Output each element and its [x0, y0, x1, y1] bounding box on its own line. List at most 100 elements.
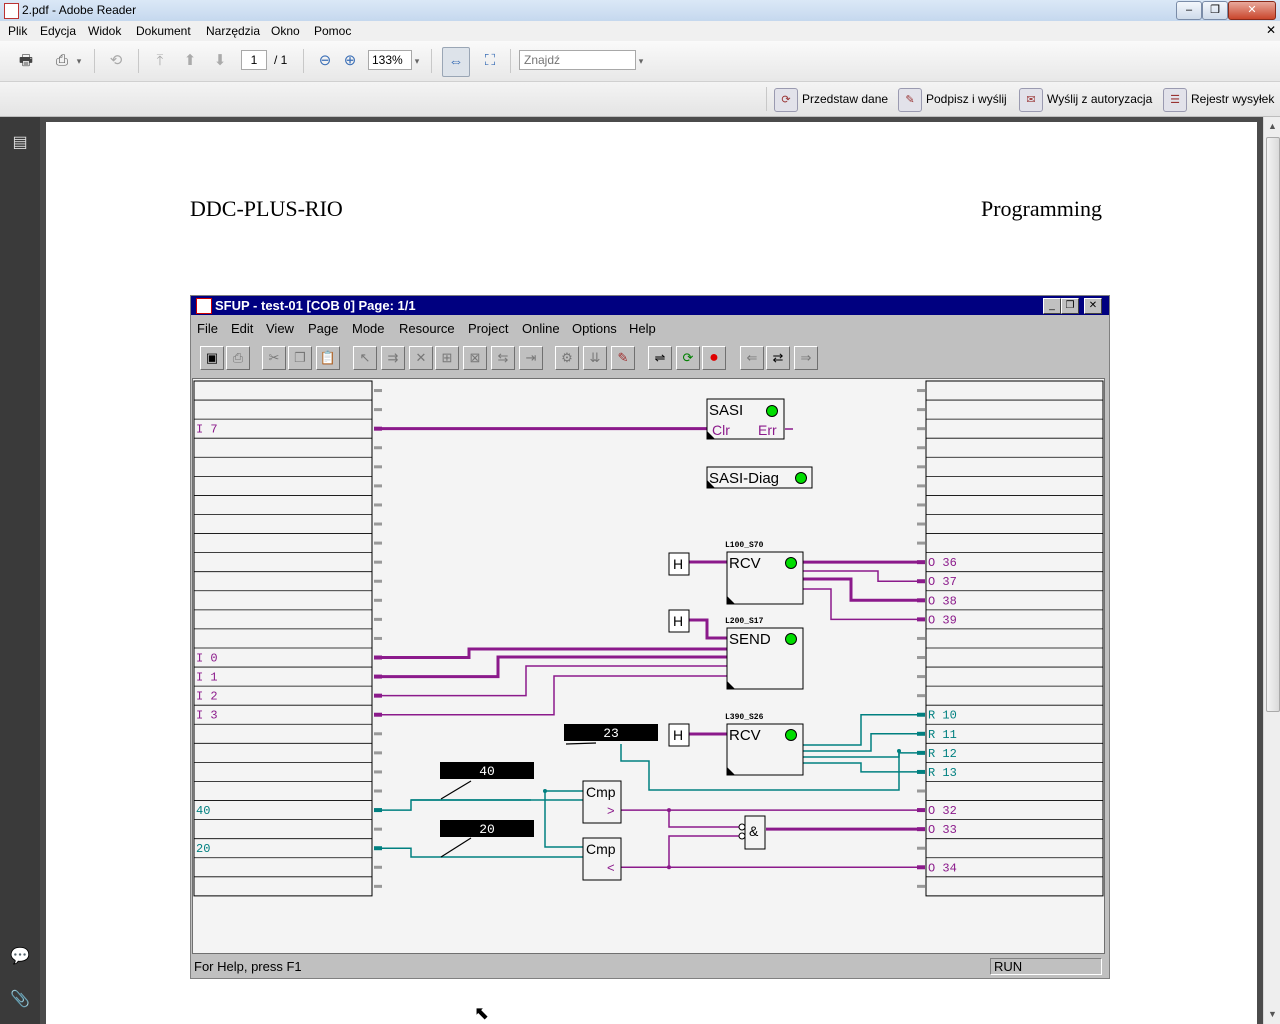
rcv1-h-label: H: [673, 556, 683, 572]
fit-page-icon[interactable]: ⛶: [480, 51, 500, 71]
sfup-tools-icon: ✎: [611, 346, 635, 370]
right-pin-active: [917, 731, 925, 736]
left-pin: [374, 446, 382, 450]
cmp1-operator: >: [607, 803, 615, 818]
restore-button[interactable]: ❐: [1202, 1, 1228, 20]
comments-icon[interactable]: 💬: [10, 947, 30, 967]
left-pin: [374, 503, 382, 507]
sasi-block-title: SASI: [709, 402, 743, 419]
and-inverted-input: [738, 832, 746, 840]
send-log-button[interactable]: ☰ Rejestr wysyłek: [1163, 86, 1274, 112]
sign-send-button[interactable]: ✎ Podpisz i wyślij: [898, 86, 1007, 112]
send-auth-button[interactable]: ✉ Wyślij z autoryzacja: [1019, 86, 1152, 112]
right-pin: [917, 446, 925, 450]
minimize-button[interactable]: –: [1176, 1, 1202, 20]
left-signal-label: I 3: [196, 709, 218, 723]
zoom-level-input[interactable]: [368, 50, 412, 70]
scroll-down-icon[interactable]: ▼: [1267, 1009, 1278, 1021]
right-signal-label: R 13: [928, 766, 957, 780]
right-pin: [917, 503, 925, 507]
right-pin: [917, 522, 925, 526]
right-signal-label: R 11: [928, 728, 957, 742]
page-total-label: / 1: [274, 53, 288, 67]
zoom-out-icon[interactable]: ⊖: [315, 51, 335, 71]
share-icon[interactable]: ⟲: [106, 51, 126, 71]
sfup-app-icon: [196, 298, 212, 314]
and-inverted-input: [738, 823, 746, 831]
sfup-move-icon: ⇥: [519, 346, 543, 370]
right-pin: [917, 541, 925, 545]
right-pin-active: [917, 617, 925, 622]
left-pin: [374, 598, 382, 602]
left-pin-active: [374, 426, 382, 431]
first-page-icon[interactable]: ⤒: [150, 51, 170, 71]
right-signal-label: O 34: [928, 861, 957, 875]
right-pin: [917, 465, 925, 469]
print-icon[interactable]: 🖶: [16, 51, 36, 71]
collaborate-icon[interactable]: ⎙: [52, 51, 72, 71]
scrollbar-thumb[interactable]: [1266, 137, 1280, 712]
const-20-value: 20: [479, 822, 495, 837]
attachments-icon[interactable]: 📎: [10, 990, 30, 1010]
menu-tools[interactable]: Narzędzia: [206, 24, 260, 38]
collaborate-dropdown-icon[interactable]: ▾: [74, 51, 84, 71]
find-input[interactable]: [519, 50, 636, 70]
vertical-scrollbar[interactable]: ▲ ▼: [1263, 117, 1280, 1024]
left-pin-active: [374, 655, 382, 660]
right-pin-active: [917, 827, 925, 832]
window-title: 2.pdf - Adobe Reader: [22, 3, 137, 17]
title-bar: 2.pdf - Adobe Reader – ❐ ✕: [0, 0, 1280, 22]
sfup-window-title: SFUP - test-01 [COB 0] Page: 1/1: [215, 298, 416, 313]
wire-rcv2-r11: [803, 733, 917, 752]
previous-page-icon[interactable]: ⬆: [180, 51, 200, 71]
menu-help[interactable]: Pomoc: [314, 24, 351, 38]
left-pin: [374, 522, 382, 526]
wire-h-send: [689, 618, 727, 640]
toolbar-separator: [431, 49, 432, 73]
rcv2-block-title: RCV: [729, 727, 761, 744]
wire-cmp2-and: [668, 835, 745, 868]
right-pin-active: [917, 865, 925, 870]
sfup-cut-icon: ✂: [262, 346, 286, 370]
mouse-cursor-icon: ⬉: [474, 1003, 490, 1023]
sfup-status-mode: RUN: [990, 958, 1102, 975]
sfup-minimize-icon: _: [1043, 298, 1061, 314]
sfup-connect-icon: ⇉: [381, 346, 405, 370]
sasi-diag-title: SASI-Diag: [709, 470, 779, 487]
wire-junction: [897, 749, 901, 753]
page-number-input[interactable]: [241, 50, 267, 70]
present-data-label: Przedstaw dane: [802, 92, 889, 106]
present-data-button[interactable]: ⟳ Przedstaw dane: [774, 86, 888, 112]
left-pin: [374, 770, 382, 774]
rcv1-status-led: [785, 557, 797, 569]
menu-edit[interactable]: Edycja: [40, 24, 76, 38]
send-auth-label: Wyślij z autoryzacja: [1047, 92, 1153, 106]
pages-panel-icon[interactable]: ▤: [10, 133, 30, 153]
right-pin-active: [917, 560, 925, 565]
next-page-icon[interactable]: ⬇: [210, 51, 230, 71]
sfup-run-icon: ⟳: [676, 346, 700, 370]
sfup-select-icon: ↖: [353, 346, 377, 370]
scroll-up-icon[interactable]: ▲: [1267, 121, 1278, 133]
const-23-value: 23: [603, 726, 619, 741]
right-pin: [917, 484, 925, 488]
find-dropdown-icon[interactable]: ▾: [636, 51, 646, 71]
zoom-in-icon[interactable]: ⊕: [340, 51, 360, 71]
sfup-back-icon: ⇐: [740, 346, 764, 370]
left-pin: [374, 579, 382, 583]
menu-view[interactable]: Widok: [88, 24, 121, 38]
main-toolbar: 🖶 ⎙ ▾ ⟲ ⤒ ⬆ ⬇ / 1 ⊖ ⊕ ▾ ⇔ ⛶ ▾: [0, 41, 1280, 82]
fit-width-icon[interactable]: ⇔: [442, 47, 470, 77]
zoom-dropdown-icon[interactable]: ▾: [412, 51, 422, 71]
sfup-menu-online: Online: [522, 321, 560, 336]
menu-file[interactable]: Plik: [8, 24, 27, 38]
left-signal-label: I 7: [196, 423, 218, 437]
right-signal-label: O 38: [928, 594, 957, 608]
wire-cmp1-and: [668, 810, 745, 828]
menu-document[interactable]: Dokument: [136, 24, 191, 38]
close-button[interactable]: ✕: [1228, 1, 1276, 20]
document-close-icon[interactable]: ✕: [1266, 23, 1276, 37]
left-pin: [374, 389, 382, 393]
menu-window[interactable]: Okno: [271, 24, 300, 38]
const-40-value: 40: [479, 764, 495, 779]
